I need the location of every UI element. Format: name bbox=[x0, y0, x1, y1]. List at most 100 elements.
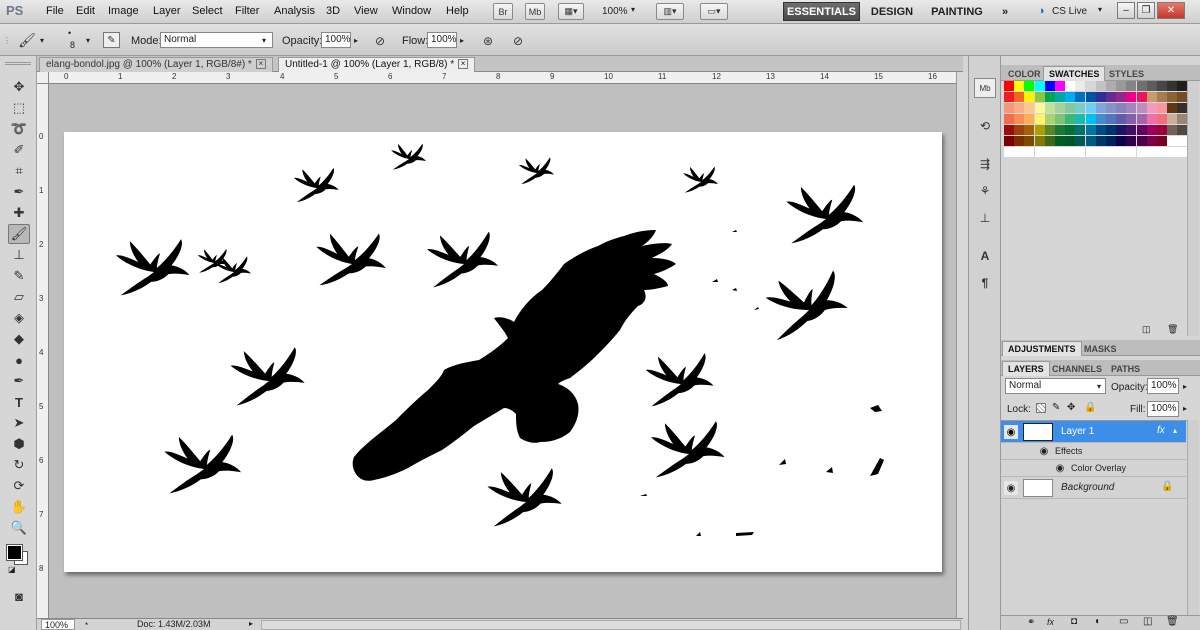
visibility-eye-icon[interactable]: ◉ bbox=[1004, 425, 1018, 439]
tab-channels[interactable]: CHANNELS bbox=[1046, 361, 1108, 376]
swatch[interactable] bbox=[1126, 114, 1137, 124]
minimize-icon[interactable]: – bbox=[1117, 2, 1135, 19]
menu-select[interactable]: Select bbox=[192, 5, 223, 17]
swatch[interactable] bbox=[1116, 81, 1127, 91]
3d-rotate-tool-icon[interactable]: ↻ bbox=[8, 455, 30, 475]
blend-mode-dropdown-icon[interactable]: ▾ bbox=[1097, 382, 1101, 391]
foreground-color-swatch[interactable] bbox=[6, 544, 23, 561]
menu-help[interactable]: Help bbox=[446, 5, 469, 17]
preset-dropdown-icon[interactable]: ▾ bbox=[40, 36, 44, 45]
swatch[interactable] bbox=[1075, 103, 1086, 113]
swatch[interactable] bbox=[1034, 92, 1045, 102]
close-icon[interactable]: ✕ bbox=[1157, 2, 1185, 19]
swatch[interactable] bbox=[1034, 114, 1045, 124]
swatch[interactable] bbox=[1136, 136, 1147, 146]
marquee-tool-icon[interactable]: ⬚ bbox=[8, 98, 30, 118]
swatch[interactable] bbox=[1085, 114, 1096, 124]
swatch[interactable] bbox=[1126, 81, 1137, 91]
swatch[interactable] bbox=[1034, 136, 1045, 146]
airbrush-icon[interactable]: ⊛ bbox=[479, 32, 497, 49]
mode-select[interactable]: Normal bbox=[160, 32, 273, 48]
swatches-grid[interactable] bbox=[1004, 81, 1188, 167]
spot-healing-tool-icon[interactable]: ✚ bbox=[8, 203, 30, 223]
history-brush-tool-icon[interactable]: ✎ bbox=[8, 266, 30, 286]
opacity-field[interactable]: 100% bbox=[321, 32, 351, 48]
more-workspaces-icon[interactable]: » bbox=[996, 2, 1014, 21]
blend-mode-select[interactable]: Normal bbox=[1005, 378, 1106, 394]
swatch[interactable] bbox=[1044, 103, 1055, 113]
swatch[interactable] bbox=[1146, 81, 1157, 91]
swatch[interactable] bbox=[1085, 136, 1096, 146]
move-tool-icon[interactable]: ✥ bbox=[8, 77, 30, 97]
swatch[interactable] bbox=[1055, 92, 1065, 102]
swatch[interactable] bbox=[1116, 147, 1127, 157]
new-group-icon[interactable]: ▭ bbox=[1119, 616, 1128, 627]
mini-bridge-button[interactable]: Mb bbox=[525, 3, 545, 20]
zoom-dropdown-icon[interactable]: ▾ bbox=[631, 5, 635, 14]
swatch[interactable] bbox=[1146, 147, 1157, 157]
swatch[interactable] bbox=[1095, 136, 1106, 146]
lock-pixels-icon[interactable]: ✎ bbox=[1052, 402, 1060, 413]
swatch[interactable] bbox=[1085, 147, 1096, 157]
swatch[interactable] bbox=[1044, 136, 1055, 146]
swatch[interactable] bbox=[1014, 81, 1025, 91]
type-tool-icon[interactable]: T bbox=[8, 392, 30, 412]
lasso-tool-icon[interactable]: ➰ bbox=[8, 119, 30, 139]
swatch[interactable] bbox=[1044, 147, 1055, 157]
pressure-opacity-icon[interactable]: ⊘ bbox=[371, 32, 389, 49]
tab-paths[interactable]: PATHS bbox=[1105, 361, 1146, 376]
swatch[interactable] bbox=[1157, 136, 1167, 146]
history-dock-icon[interactable]: ⟲ bbox=[974, 116, 996, 136]
add-mask-icon[interactable]: ◘ bbox=[1071, 616, 1077, 627]
swatch[interactable] bbox=[1075, 92, 1086, 102]
swatch[interactable] bbox=[1116, 103, 1127, 113]
hand-tool-icon[interactable]: ✋ bbox=[8, 497, 30, 517]
vertical-ruler[interactable]: 0123456789 bbox=[37, 84, 49, 618]
quick-mask-icon[interactable]: ◙ bbox=[8, 586, 30, 606]
zoom-tool-icon[interactable]: 🔍 bbox=[8, 518, 30, 538]
swatch[interactable] bbox=[1106, 136, 1116, 146]
ruler-origin[interactable] bbox=[37, 72, 49, 84]
swatch[interactable] bbox=[1044, 125, 1055, 135]
swatch[interactable] bbox=[1106, 81, 1116, 91]
status-zoom[interactable]: 100% bbox=[41, 619, 75, 630]
swatch[interactable] bbox=[1106, 114, 1116, 124]
brush-dock-icon[interactable]: ⚘ bbox=[974, 181, 996, 201]
swatch[interactable] bbox=[1004, 92, 1014, 102]
tab-color[interactable]: COLOR bbox=[1002, 66, 1047, 81]
swatch[interactable] bbox=[1136, 81, 1147, 91]
clone-stamp-tool-icon[interactable]: ⊥ bbox=[8, 245, 30, 265]
swatch[interactable] bbox=[1004, 103, 1014, 113]
3d-orbit-tool-icon[interactable]: ⟳ bbox=[8, 476, 30, 496]
swatch[interactable] bbox=[1024, 103, 1035, 113]
swatch[interactable] bbox=[1014, 136, 1025, 146]
new-layer-icon[interactable]: ◫ bbox=[1143, 616, 1152, 627]
brush-picker-dropdown-icon[interactable]: ▾ bbox=[86, 36, 90, 45]
pressure-size-icon[interactable]: ⊘ bbox=[509, 32, 527, 49]
swatch[interactable] bbox=[1065, 81, 1076, 91]
workspace-painting[interactable]: PAINTING bbox=[926, 2, 988, 21]
swatch[interactable] bbox=[1085, 92, 1096, 102]
adjustment-layer-icon[interactable]: ◐ bbox=[1095, 616, 1101, 627]
tab-close-icon[interactable]: × bbox=[255, 59, 266, 70]
brush-tool-icon[interactable]: 🖌 bbox=[8, 224, 30, 244]
swatch[interactable] bbox=[1106, 125, 1116, 135]
paint-bucket-tool-icon[interactable]: ◈ bbox=[8, 308, 30, 328]
swatch[interactable] bbox=[1075, 125, 1086, 135]
swatch[interactable] bbox=[1014, 125, 1025, 135]
pen-tool-icon[interactable]: ✒ bbox=[8, 371, 30, 391]
visibility-eye-icon[interactable]: ◉ bbox=[1004, 481, 1018, 495]
eraser-tool-icon[interactable]: ▱ bbox=[8, 287, 30, 307]
cslive-menu[interactable]: CS Live bbox=[1052, 6, 1087, 17]
mode-dropdown-icon[interactable]: ▾ bbox=[262, 36, 266, 45]
swatch[interactable] bbox=[1095, 103, 1106, 113]
swatch[interactable] bbox=[1034, 81, 1045, 91]
shape-tool-icon[interactable]: ⬢ bbox=[8, 434, 30, 454]
tab-close-icon[interactable]: × bbox=[458, 59, 469, 70]
swatch[interactable] bbox=[1106, 92, 1116, 102]
swatch[interactable] bbox=[1167, 114, 1178, 124]
paragraph-dock-icon[interactable]: ¶ bbox=[974, 273, 996, 293]
swatch[interactable] bbox=[1024, 136, 1035, 146]
menu-3d[interactable]: 3D bbox=[326, 5, 340, 17]
character-dock-icon[interactable]: A bbox=[974, 246, 996, 266]
